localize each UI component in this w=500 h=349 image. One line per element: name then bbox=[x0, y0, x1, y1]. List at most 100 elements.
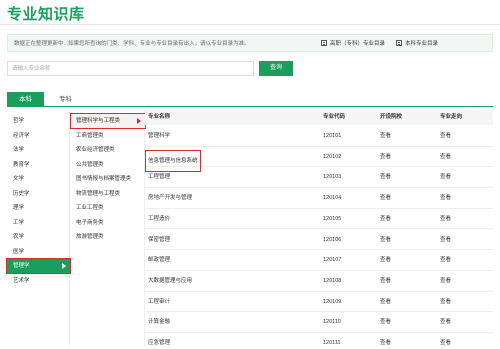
category-label: 工学 bbox=[13, 219, 25, 226]
subcategory-item[interactable]: 物流管理与工程类 bbox=[71, 187, 145, 201]
subcategory-item[interactable]: 工业工程类 bbox=[71, 201, 145, 215]
category-item[interactable]: 历史学 bbox=[7, 187, 70, 201]
view-schools-link[interactable]: 查看 bbox=[380, 126, 391, 146]
major-code-cell: 120107 bbox=[323, 257, 342, 264]
notice-text: 数据正在整理更新中...如果您所查询的门类、学科、专业与专业目录有出入，请以专业… bbox=[14, 41, 250, 47]
view-schools-link[interactable]: 查看 bbox=[380, 333, 391, 349]
major-name-cell: 房地产开发与管理 bbox=[148, 195, 193, 202]
tab-undergraduate[interactable]: 本科 bbox=[7, 92, 44, 107]
subcategory-list: 管理科学与工程类 工商管理类农业经济管理类 公共管理类图书情报与档案管理类 物流管理与… bbox=[70, 110, 146, 346]
title-divider bbox=[0, 24, 500, 25]
vocational-catalog-link[interactable]: 高职（专科）专业目录 bbox=[321, 39, 385, 47]
category-item[interactable]: 医学 bbox=[7, 245, 70, 259]
category-item[interactable]: 哲学 bbox=[7, 114, 70, 128]
view-direction-link[interactable]: 查看 bbox=[440, 333, 451, 349]
major-name-cell: 应急管理 bbox=[148, 340, 171, 346]
subcategory-item[interactable]: 公共管理类 bbox=[71, 158, 145, 172]
category-label: 理学 bbox=[13, 205, 25, 211]
view-schools-link[interactable]: 查看 bbox=[380, 250, 391, 270]
header-direction: 专业走向 bbox=[440, 114, 463, 120]
search-button[interactable]: 查询 bbox=[259, 61, 293, 76]
category-item[interactable]: 教育学 bbox=[7, 158, 70, 172]
tab-vocational[interactable]: 专科 bbox=[47, 92, 84, 107]
view-schools-link[interactable]: 查看 bbox=[380, 167, 391, 187]
major-name-cell: 计算金融 bbox=[148, 319, 171, 326]
subcategory-item[interactable]: 图书情报与档案管理类 bbox=[71, 172, 145, 186]
category-item[interactable]: 艺术学 bbox=[7, 274, 70, 288]
category-item[interactable]: 管理学 bbox=[6, 258, 71, 274]
major-name-cell: 工程审计 bbox=[148, 298, 171, 305]
view-direction-link[interactable]: 查看 bbox=[440, 292, 451, 312]
category-label: 艺术学 bbox=[13, 277, 30, 284]
subcategory-label: 工商管理类 bbox=[76, 132, 104, 139]
page-title: 专业知识库 bbox=[7, 6, 85, 23]
table-row: 应急管理 120111 查看 查看 bbox=[145, 333, 493, 349]
header-major-name: 专业名称 bbox=[148, 114, 171, 120]
view-direction-link[interactable]: 查看 bbox=[440, 250, 451, 270]
subcategory-item[interactable]: 农业经济管理类 bbox=[71, 143, 145, 157]
table-row: 管理科学 120101 查看 查看 bbox=[145, 126, 493, 147]
major-code-cell: 120104 bbox=[323, 195, 342, 202]
view-schools-link[interactable]: 查看 bbox=[380, 312, 391, 332]
view-direction-link[interactable]: 查看 bbox=[440, 230, 451, 250]
view-schools-link[interactable]: 查看 bbox=[380, 188, 391, 208]
subcategory-item[interactable]: 管理科学与工程类 bbox=[70, 113, 146, 129]
category-item[interactable]: 文学 bbox=[7, 172, 70, 186]
view-direction-link[interactable]: 查看 bbox=[440, 167, 451, 187]
view-schools-link[interactable]: 查看 bbox=[380, 292, 391, 312]
undergraduate-catalog-label: 本科专业目录 bbox=[405, 41, 439, 47]
view-direction-link[interactable]: 查看 bbox=[440, 147, 451, 167]
category-label: 历史学 bbox=[13, 190, 30, 197]
category-label: 法学 bbox=[13, 147, 25, 153]
subcategory-item[interactable]: 旅游管理类 bbox=[71, 230, 145, 244]
document-icon bbox=[396, 40, 402, 46]
category-label: 管理学 bbox=[13, 263, 30, 269]
view-schools-link[interactable]: 查看 bbox=[380, 271, 391, 291]
view-direction-link[interactable]: 查看 bbox=[440, 126, 451, 146]
category-item[interactable]: 法学 bbox=[7, 143, 70, 157]
major-code-cell: 120109 bbox=[323, 298, 342, 305]
category-label: 教育学 bbox=[13, 161, 30, 168]
category-label: 经济学 bbox=[13, 132, 30, 139]
category-item[interactable]: 工学 bbox=[7, 216, 70, 230]
subcategory-label: 图书情报与档案管理类 bbox=[76, 176, 132, 182]
subcategory-label: 物流管理与工程类 bbox=[76, 190, 121, 197]
table-row: 信息管理与信息系统 120102 查看 查看 bbox=[145, 147, 493, 172]
view-direction-link[interactable]: 查看 bbox=[440, 209, 451, 229]
subcategory-label: 工业工程类 bbox=[76, 205, 104, 211]
subcategory-item[interactable]: 工商管理类 bbox=[71, 129, 145, 143]
vocational-catalog-label: 高职（专科）专业目录 bbox=[330, 41, 386, 47]
category-list: 哲学经济学法学教育学文学历史学理学工学农学 医学管理学艺术学 bbox=[6, 110, 71, 346]
caret-right-icon bbox=[62, 263, 66, 269]
subcategory-label: 电子商务类 bbox=[76, 219, 104, 226]
undergraduate-catalog-link[interactable]: 本科专业目录 bbox=[396, 39, 438, 47]
view-schools-link[interactable]: 查看 bbox=[380, 230, 391, 250]
category-item[interactable]: 经济学 bbox=[7, 129, 70, 143]
view-direction-link[interactable]: 查看 bbox=[440, 188, 451, 208]
view-direction-link[interactable]: 查看 bbox=[440, 271, 451, 291]
major-code-cell: 120105 bbox=[323, 215, 342, 222]
table-row: 房地产开发与管理 120104 查看 查看 bbox=[145, 188, 493, 209]
table-row: 工程审计 120109 查看 查看 bbox=[145, 292, 493, 313]
header-schools: 开设院校 bbox=[380, 114, 403, 120]
major-name-cell: 大数据管理与应用 bbox=[148, 277, 193, 284]
search-input[interactable] bbox=[7, 61, 254, 76]
table-row: 计算金融 120110 查看 查看 bbox=[145, 312, 493, 333]
table-row: 邮政管理 120107 查看 查看 bbox=[145, 250, 493, 271]
table-row: 大数据管理与应用 120108 查看 查看 bbox=[145, 271, 493, 292]
category-item[interactable]: 农学 bbox=[7, 230, 70, 244]
major-code-cell: 120110 bbox=[323, 319, 341, 326]
subcategory-label: 管理科学与工程类 bbox=[76, 118, 121, 124]
major-code-cell: 120101 bbox=[323, 133, 342, 139]
major-code-cell: 120106 bbox=[323, 236, 342, 243]
view-schools-link[interactable]: 查看 bbox=[380, 209, 391, 229]
view-schools-link[interactable]: 查看 bbox=[380, 147, 391, 167]
level-tabs: 本科 专科 bbox=[7, 92, 493, 107]
major-name-cell: 工程造价 bbox=[148, 215, 171, 222]
table-row: 工程造价 120105 查看 查看 bbox=[145, 209, 493, 230]
category-item[interactable]: 理学 bbox=[7, 201, 70, 215]
view-direction-link[interactable]: 查看 bbox=[440, 312, 451, 332]
subcategory-item[interactable]: 电子商务类 bbox=[71, 216, 145, 230]
major-code-cell: 120108 bbox=[323, 277, 342, 284]
major-code-cell: 120102 bbox=[323, 153, 342, 160]
